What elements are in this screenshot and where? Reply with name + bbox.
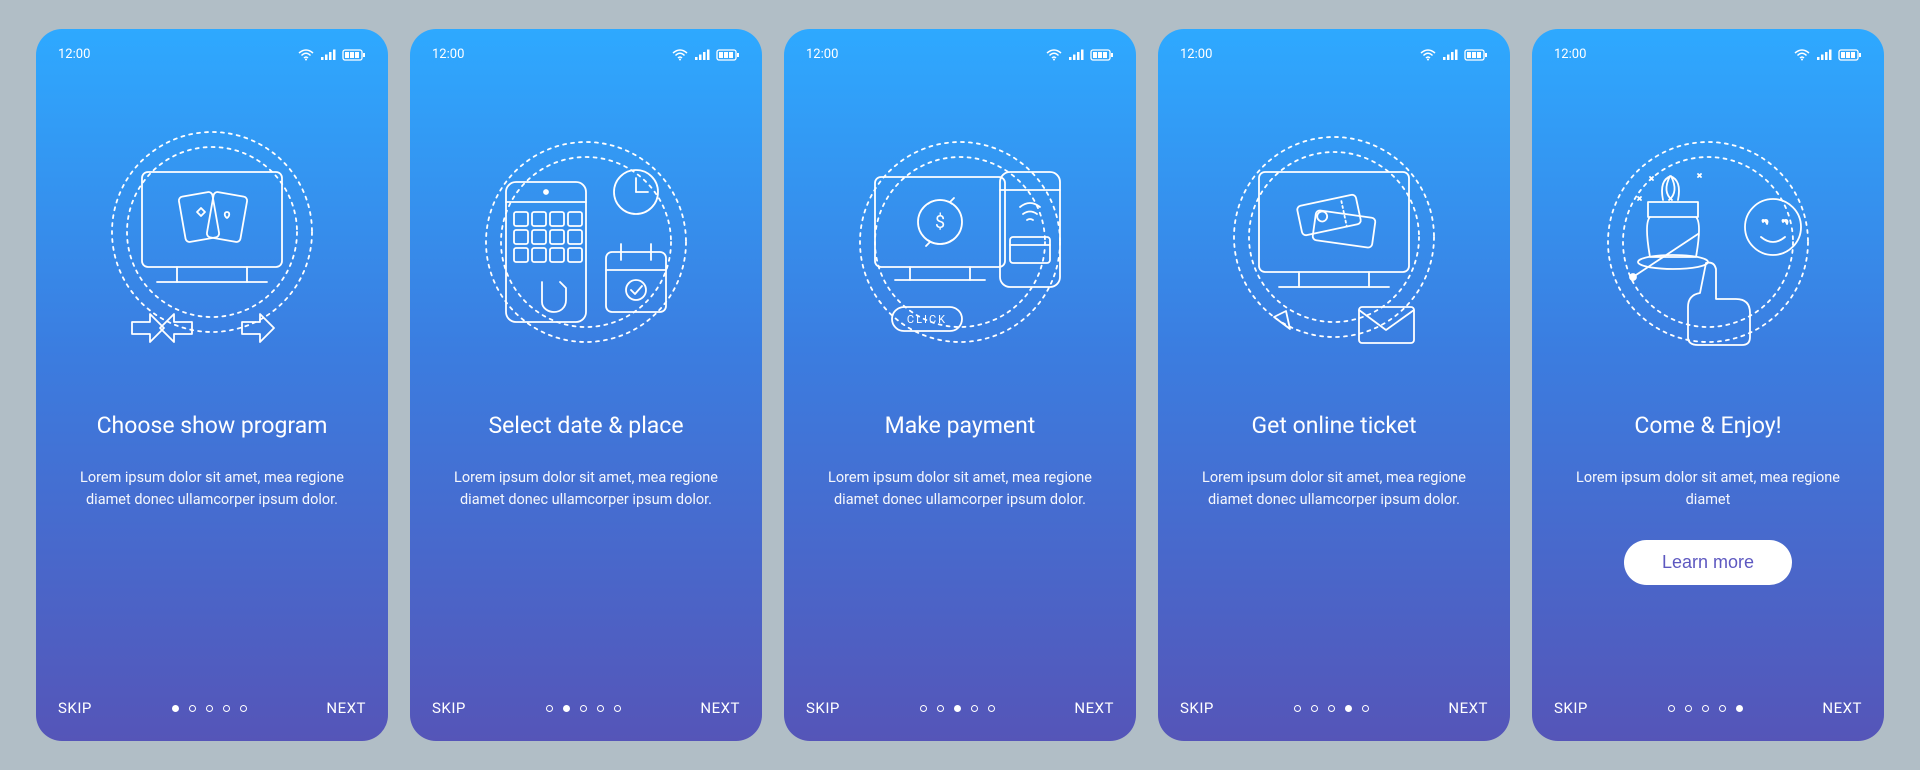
dot-2[interactable]	[563, 705, 570, 712]
next-button[interactable]: NEXT	[1448, 699, 1488, 717]
status-bar: 12:00	[432, 47, 740, 62]
status-bar: 12:00	[1180, 47, 1488, 62]
dot-5[interactable]	[988, 705, 995, 712]
svg-text:$: $	[935, 212, 945, 233]
signal-icon	[694, 49, 710, 61]
dot-3[interactable]	[580, 705, 587, 712]
onboarding-screen-3: 12:00 $ CLICK Make payment Lorem ipsum d…	[784, 29, 1136, 741]
status-time: 12:00	[58, 47, 90, 62]
battery-icon	[1838, 49, 1862, 61]
next-button[interactable]: NEXT	[1074, 699, 1114, 717]
status-time: 12:00	[806, 47, 838, 62]
battery-icon	[716, 49, 740, 61]
dot-1[interactable]	[546, 705, 553, 712]
illustration-choose-show	[58, 112, 366, 392]
next-button[interactable]: NEXT	[1822, 699, 1862, 717]
signal-icon	[1068, 49, 1084, 61]
dot-4[interactable]	[971, 705, 978, 712]
dot-5[interactable]	[1736, 705, 1743, 712]
illustration-get-ticket	[1180, 112, 1488, 392]
footer-nav: SKIP NEXT	[806, 699, 1114, 717]
dot-3[interactable]	[1702, 705, 1709, 712]
footer-nav: SKIP NEXT	[1180, 699, 1488, 717]
status-icons	[1420, 49, 1488, 61]
status-icons	[298, 49, 366, 61]
skip-button[interactable]: SKIP	[58, 699, 92, 717]
next-button[interactable]: NEXT	[700, 699, 740, 717]
status-bar: 12:00	[1554, 47, 1862, 62]
dot-2[interactable]	[1311, 705, 1318, 712]
status-icons	[1046, 49, 1114, 61]
dot-2[interactable]	[937, 705, 944, 712]
dot-4[interactable]	[597, 705, 604, 712]
skip-button[interactable]: SKIP	[1180, 699, 1214, 717]
footer-nav: SKIP NEXT	[432, 699, 740, 717]
status-icons	[672, 49, 740, 61]
skip-button[interactable]: SKIP	[1554, 699, 1588, 717]
screen-title: Come & Enjoy!	[1554, 412, 1862, 439]
battery-icon	[1090, 49, 1114, 61]
dot-3[interactable]	[1328, 705, 1335, 712]
status-time: 12:00	[1554, 47, 1586, 62]
wifi-icon	[672, 49, 688, 61]
next-button[interactable]: NEXT	[326, 699, 366, 717]
screen-title: Make payment	[806, 412, 1114, 439]
learn-more-button[interactable]: Learn more	[1624, 540, 1792, 585]
onboarding-screen-1: 12:00 Choose show program Lorem ipsum do…	[36, 29, 388, 741]
skip-button[interactable]: SKIP	[806, 699, 840, 717]
status-bar: 12:00	[806, 47, 1114, 62]
status-time: 12:00	[1180, 47, 1212, 62]
dot-4[interactable]	[1345, 705, 1352, 712]
dot-1[interactable]	[172, 705, 179, 712]
wifi-icon	[1046, 49, 1062, 61]
dot-5[interactable]	[240, 705, 247, 712]
page-dots	[920, 705, 995, 712]
status-bar: 12:00	[58, 47, 366, 62]
onboarding-screen-5: 12:00 Come & Enjoy! Lorem ipsum dolor si…	[1532, 29, 1884, 741]
screen-body: Lorem ipsum dolor sit amet, mea regione …	[432, 467, 740, 512]
dot-2[interactable]	[1685, 705, 1692, 712]
onboarding-screen-2: 12:00 Select date & place Lorem ipsum do…	[410, 29, 762, 741]
skip-button[interactable]: SKIP	[432, 699, 466, 717]
page-dots	[172, 705, 247, 712]
signal-icon	[320, 49, 336, 61]
screen-title: Get online ticket	[1180, 412, 1488, 439]
illustration-make-payment: $ CLICK	[806, 112, 1114, 392]
dot-1[interactable]	[1668, 705, 1675, 712]
dot-2[interactable]	[189, 705, 196, 712]
onboarding-screen-4: 12:00 Get online ticket Lorem ipsum dolo…	[1158, 29, 1510, 741]
page-dots	[546, 705, 621, 712]
dot-3[interactable]	[954, 705, 961, 712]
signal-icon	[1442, 49, 1458, 61]
battery-icon	[1464, 49, 1488, 61]
dot-5[interactable]	[1362, 705, 1369, 712]
status-time: 12:00	[432, 47, 464, 62]
dot-5[interactable]	[614, 705, 621, 712]
screen-body: Lorem ipsum dolor sit amet, mea regione …	[806, 467, 1114, 512]
dot-4[interactable]	[223, 705, 230, 712]
dot-3[interactable]	[206, 705, 213, 712]
dot-4[interactable]	[1719, 705, 1726, 712]
wifi-icon	[1794, 49, 1810, 61]
illustration-select-date	[432, 112, 740, 392]
footer-nav: SKIP NEXT	[58, 699, 366, 717]
screen-body: Lorem ipsum dolor sit amet, mea regione …	[58, 467, 366, 512]
dot-1[interactable]	[920, 705, 927, 712]
screen-body: Lorem ipsum dolor sit amet, mea regione …	[1554, 467, 1862, 512]
status-icons	[1794, 49, 1862, 61]
battery-icon	[342, 49, 366, 61]
page-dots	[1294, 705, 1369, 712]
signal-icon	[1816, 49, 1832, 61]
wifi-icon	[1420, 49, 1436, 61]
wifi-icon	[298, 49, 314, 61]
svg-text:CLICK: CLICK	[907, 313, 947, 326]
screen-title: Select date & place	[432, 412, 740, 439]
screen-body: Lorem ipsum dolor sit amet, mea regione …	[1180, 467, 1488, 512]
footer-nav: SKIP NEXT	[1554, 699, 1862, 717]
page-dots	[1668, 705, 1743, 712]
dot-1[interactable]	[1294, 705, 1301, 712]
screen-title: Choose show program	[58, 412, 366, 439]
illustration-come-enjoy	[1554, 112, 1862, 392]
